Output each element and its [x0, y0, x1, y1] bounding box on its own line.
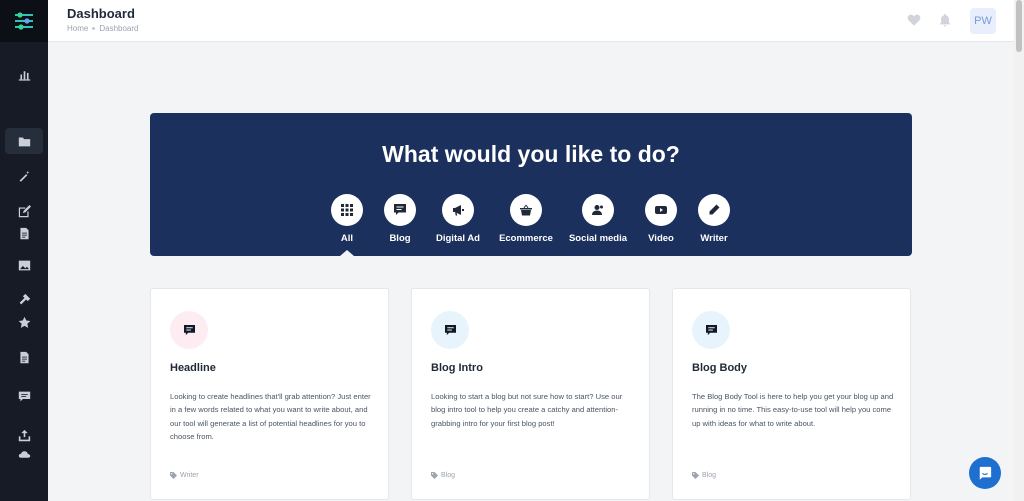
sidebar-item-analytics[interactable] [0, 63, 48, 85]
sidebar-item-history[interactable] [0, 346, 48, 368]
message-icon [18, 391, 30, 401]
logo-icon [15, 12, 33, 30]
folder-icon [18, 136, 30, 146]
tools-icon [19, 293, 30, 304]
card-tag-label: Blog [441, 472, 456, 479]
breadcrumb-home[interactable]: Home [67, 24, 88, 33]
card-icon-circle [692, 311, 730, 349]
breadcrumb-current: Dashboard [99, 24, 139, 33]
favorites-button[interactable] [907, 13, 923, 29]
card-description: Looking to start a blog but not sure how… [431, 392, 623, 428]
card-tag: Blog [692, 472, 716, 479]
notifications-button[interactable] [938, 13, 954, 29]
sidebar-item-templates[interactable] [0, 222, 48, 244]
card-tag-label: Blog [702, 472, 717, 479]
magic-wand-icon [19, 170, 29, 182]
cloud-icon [18, 450, 30, 458]
card-tag-label: Writer [180, 472, 199, 479]
card-description: The Blog Body Tool is here to help you g… [692, 392, 894, 428]
sidebar-item-documents[interactable] [5, 128, 43, 154]
card-title: Blog Body [692, 362, 747, 374]
comment-icon [705, 324, 717, 335]
card-title: Blog Intro [431, 362, 483, 374]
basket-icon [520, 204, 532, 216]
grid-icon [341, 204, 353, 216]
breadcrumb: Home Dashboard [67, 24, 138, 33]
scrollbar-thumb[interactable] [1016, 0, 1022, 52]
card-tag: Writer [170, 472, 199, 479]
heart-icon [907, 14, 921, 26]
tag-icon [431, 472, 438, 479]
comment-icon [444, 324, 456, 335]
card-tag: Blog [431, 472, 455, 479]
sidebar [0, 0, 48, 501]
sidebar-item-brand[interactable] [0, 288, 48, 310]
hero-title: What would you like to do? [382, 141, 680, 167]
sidebar-item-editor[interactable] [0, 200, 48, 222]
category-ecommerce[interactable]: Ecommerce [486, 194, 566, 244]
top-header: Dashboard Home Dashboard PW [48, 0, 1014, 42]
edit-icon [18, 204, 31, 217]
pen-icon [709, 204, 720, 215]
megaphone-icon [453, 205, 464, 216]
sidebar-item-chat[interactable] [0, 385, 48, 407]
tool-card-blog-intro[interactable]: Blog Intro Looking to start a blog but n… [411, 288, 650, 500]
comment-icon [394, 204, 406, 215]
image-icon [18, 260, 30, 270]
tag-icon [170, 472, 177, 479]
category-writer[interactable]: Writer [674, 194, 754, 244]
category-label: Ecommerce [499, 233, 553, 244]
document-icon [19, 227, 29, 239]
users-icon [592, 205, 603, 215]
card-icon-circle [170, 311, 208, 349]
category-label: Writer [700, 233, 728, 244]
sidebar-item-magic-tools[interactable] [0, 165, 48, 187]
chat-icon [979, 466, 992, 480]
card-description: Looking to create headlines that'll grab… [170, 392, 371, 442]
youtube-icon [655, 206, 667, 214]
app-logo[interactable] [0, 0, 48, 42]
comment-icon [183, 324, 195, 335]
document-list-icon [19, 351, 29, 363]
hero-banner: What would you like to do? All Blog Digi… [150, 113, 912, 256]
user-avatar[interactable]: PW [970, 8, 996, 34]
sidebar-item-favorites[interactable] [0, 311, 48, 333]
tool-card-blog-body[interactable]: Blog Body The Blog Body Tool is here to … [672, 288, 911, 500]
bar-chart-icon [18, 70, 30, 81]
chat-launcher-button[interactable] [969, 457, 1001, 489]
sidebar-item-account[interactable] [0, 443, 48, 465]
star-icon [18, 316, 30, 328]
card-icon-circle [431, 311, 469, 349]
bell-icon [939, 13, 951, 27]
breadcrumb-separator [92, 27, 96, 30]
tool-card-headline[interactable]: Headline Looking to create headlines tha… [150, 288, 389, 500]
page-title: Dashboard [67, 6, 135, 21]
sidebar-item-images[interactable] [0, 254, 48, 276]
page-scrollbar[interactable] [1014, 0, 1024, 501]
tag-icon [692, 472, 699, 479]
upload-icon [18, 429, 30, 441]
card-title: Headline [170, 362, 216, 374]
selected-category-pointer [340, 250, 354, 256]
